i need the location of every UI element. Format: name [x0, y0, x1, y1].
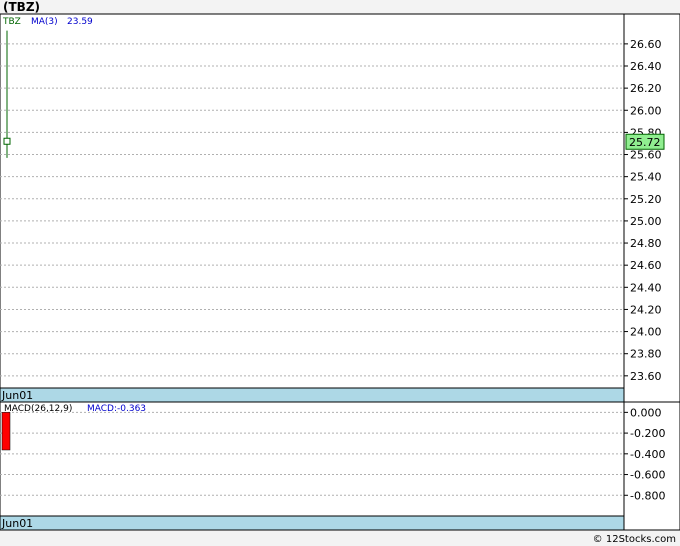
macd-bar [1, 412, 11, 451]
macd-y-tick-label: -0.600 [630, 469, 665, 482]
price-y-tick-label: 24.40 [630, 281, 662, 294]
price-y-tick-label: 26.40 [630, 60, 662, 73]
price-x-axis-band [0, 387, 625, 403]
macd-marks [1, 412, 11, 451]
macd-x-axis-band [0, 515, 625, 531]
last-price-label: 25.72 [629, 136, 661, 149]
price-y-tick-label: 24.80 [630, 237, 662, 250]
price-y-tick-label: 23.80 [630, 348, 662, 361]
chart: 26.6026.4026.2026.0025.8025.6025.4025.20… [0, 13, 680, 531]
macd-y-tick-label: -0.400 [630, 448, 665, 461]
price-y-tick-label: 25.20 [630, 193, 662, 206]
macd-y-tick-label: -0.200 [630, 427, 665, 440]
legend-ticker: TBZ [2, 17, 21, 27]
price-y-tick-label: 25.60 [630, 149, 662, 162]
price-y-tick-label: 24.00 [630, 326, 662, 339]
price-y-tick-label: 24.20 [630, 303, 662, 316]
macd-y-tick-label: -0.800 [630, 489, 665, 502]
price-y-tick-label: 26.60 [630, 38, 662, 51]
macd-legend-name: MACD(26,12,9) [4, 404, 72, 414]
footer-credit[interactable]: © 12Stocks.com [593, 534, 676, 545]
macd-axis-area [623, 401, 680, 531]
price-x-tick-label: Jun01 [1, 389, 33, 402]
macd-legend-value: MACD:-0.363 [87, 404, 146, 414]
price-y-tick-label: 24.60 [630, 259, 662, 272]
macd-y-tick-label: 0.000 [630, 406, 662, 419]
price-y-tick-label: 26.00 [630, 104, 662, 117]
price-candle [3, 137, 11, 145]
legend-ma-value: 23.59 [67, 17, 93, 27]
price-y-tick-label: 25.00 [630, 215, 662, 228]
macd-x-tick-label: Jun01 [1, 517, 33, 530]
price-y-tick-label: 25.40 [630, 171, 662, 184]
price-y-tick-label: 26.20 [630, 82, 662, 95]
price-y-tick-label: 23.60 [630, 370, 662, 383]
legend-ma-label: MA(3) [31, 17, 58, 27]
macd-panel [0, 401, 625, 517]
